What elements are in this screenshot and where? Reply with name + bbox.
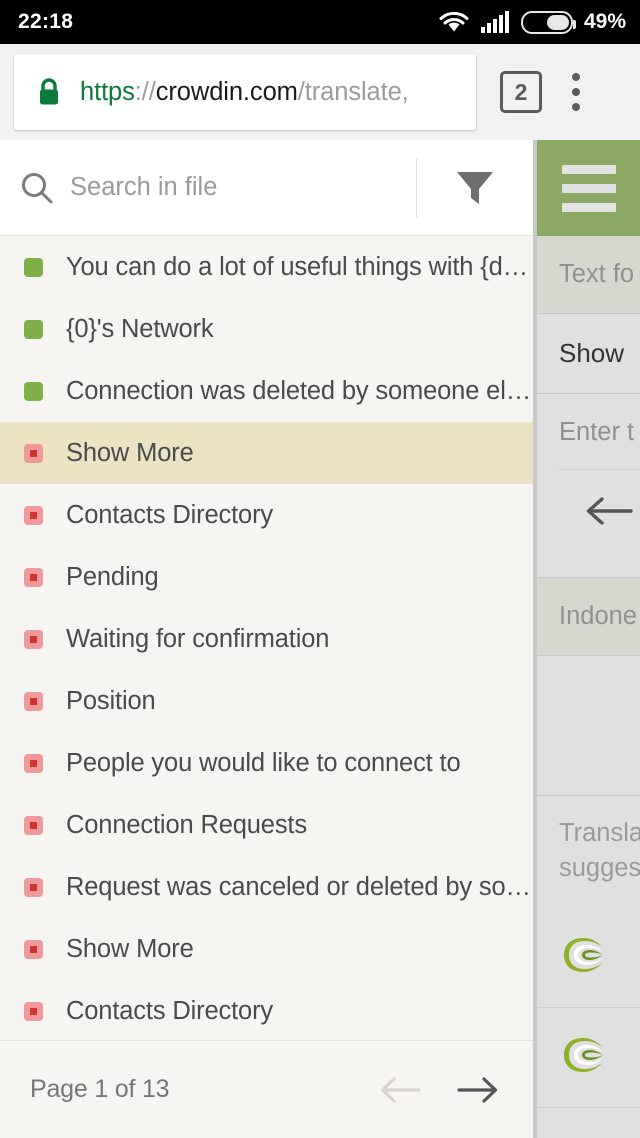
translated-status-icon (24, 381, 43, 401)
hamburger-menu-icon[interactable] (537, 140, 640, 236)
string-list-item[interactable]: Position (0, 670, 533, 732)
page-indicator-label: Page 1 of 13 (30, 1075, 170, 1103)
kebab-menu-icon[interactable] (572, 73, 580, 111)
string-list-item-label: Show More (66, 438, 194, 467)
source-text-header: Text fo (537, 236, 640, 314)
string-list-item[interactable]: Connection was deleted by someone el… (0, 360, 533, 422)
cellular-signal-icon (480, 11, 509, 33)
search-icon (22, 172, 53, 203)
string-list-item-label: You can do a lot of useful things with {… (66, 252, 528, 281)
translation-area[interactable] (537, 656, 640, 796)
untranslated-status-icon (24, 753, 43, 773)
url-scheme: https (80, 77, 135, 106)
untranslated-status-icon (24, 815, 43, 835)
back-button[interactable] (559, 470, 640, 553)
string-list-item[interactable]: Contacts Directory (0, 484, 533, 546)
url-host: crowdin.com (155, 77, 298, 106)
string-list-item[interactable]: Pending (0, 546, 533, 608)
string-list-item-label: Contacts Directory (66, 996, 274, 1025)
status-bar-indicators: 49% (439, 10, 626, 34)
wifi-icon (439, 11, 469, 32)
translation-input-block[interactable]: Enter t (537, 394, 640, 578)
status-bar: 22:18 49% (0, 0, 640, 44)
arrow-left-icon (380, 1076, 421, 1103)
battery-icon (520, 10, 576, 34)
string-list-item-label: Connection Requests (66, 810, 307, 839)
crowdin-logo-icon (564, 938, 603, 973)
pagination-bar: Page 1 of 13 (0, 1040, 533, 1138)
editor-pane: Text fo Show Enter t Indone Transla sugg… (537, 140, 640, 1138)
tab-count-button[interactable]: 2 (500, 71, 542, 113)
untranslated-status-icon (24, 939, 43, 959)
battery-percent-label: 49% (583, 10, 626, 33)
strings-pane: You can do a lot of useful things with {… (0, 140, 533, 1138)
status-bar-clock: 22:18 (18, 10, 74, 33)
string-list-item-label: Waiting for confirmation (66, 624, 330, 653)
source-text-block: Show (537, 314, 640, 394)
browser-toolbar: https://crowdin.com/translate, 2 (0, 44, 640, 140)
prev-page-button[interactable] (373, 1069, 427, 1111)
pagination-controls (373, 1069, 505, 1111)
translated-status-icon (24, 257, 43, 277)
suggestions-line-1: Transla (559, 819, 640, 847)
string-list-item-label: Request was canceled or deleted by so… (66, 872, 531, 901)
search-bar (0, 140, 533, 236)
string-list[interactable]: You can do a lot of useful things with {… (0, 236, 533, 1040)
string-list-item-label: Show More (66, 934, 194, 963)
search-input[interactable] (70, 173, 410, 202)
string-list-item[interactable]: You can do a lot of useful things with {… (0, 236, 533, 298)
suggestions-line-2: sugges (559, 854, 640, 883)
translation-placeholder: Enter t (559, 418, 635, 446)
string-list-item-label: Position (66, 686, 156, 715)
crowdin-logo-icon (564, 1038, 603, 1073)
filter-button[interactable] (417, 140, 533, 236)
arrow-right-icon (457, 1076, 498, 1103)
string-list-item-label: {0}'s Network (66, 314, 214, 343)
string-list-item-label: People you would like to connect to (66, 748, 461, 777)
string-list-item[interactable]: Connection Requests (0, 794, 533, 856)
url-text: https://crowdin.com/translate, (80, 78, 409, 107)
string-list-item-label: Contacts Directory (66, 500, 274, 529)
untranslated-status-icon (24, 443, 43, 463)
translated-status-icon (24, 319, 43, 339)
string-list-item[interactable]: Show More (0, 918, 533, 980)
url-path: /translate, (297, 77, 409, 106)
untranslated-status-icon (24, 1001, 43, 1021)
tm-suggestion-item[interactable] (537, 1008, 640, 1109)
filter-funnel-icon (457, 171, 493, 204)
untranslated-status-icon (24, 567, 43, 587)
untranslated-status-icon (24, 877, 43, 897)
translation-suggestions-label: Transla sugges (537, 796, 640, 908)
tm-suggestion-item[interactable] (537, 908, 640, 1009)
untranslated-status-icon (24, 505, 43, 525)
next-page-button[interactable] (451, 1069, 505, 1111)
url-separator: :// (134, 77, 156, 106)
lock-icon (40, 78, 58, 105)
string-list-item[interactable]: Contacts Directory (0, 980, 533, 1040)
string-list-item[interactable]: Waiting for confirmation (0, 608, 533, 670)
string-list-item[interactable]: {0}'s Network (0, 298, 533, 360)
address-bar[interactable]: https://crowdin.com/translate, (14, 54, 476, 130)
source-string: Show (559, 338, 625, 368)
string-list-item-label: Connection was deleted by someone el… (66, 376, 532, 405)
arrow-left-icon (586, 497, 633, 525)
string-list-item[interactable]: Request was canceled or deleted by so… (0, 856, 533, 918)
string-list-item-label: Pending (66, 562, 159, 591)
string-list-item[interactable]: People you would like to connect to (0, 732, 533, 794)
target-language-label[interactable]: Indone (537, 578, 640, 656)
string-list-item[interactable]: Show More (0, 422, 533, 484)
untranslated-status-icon (24, 691, 43, 711)
untranslated-status-icon (24, 629, 43, 649)
